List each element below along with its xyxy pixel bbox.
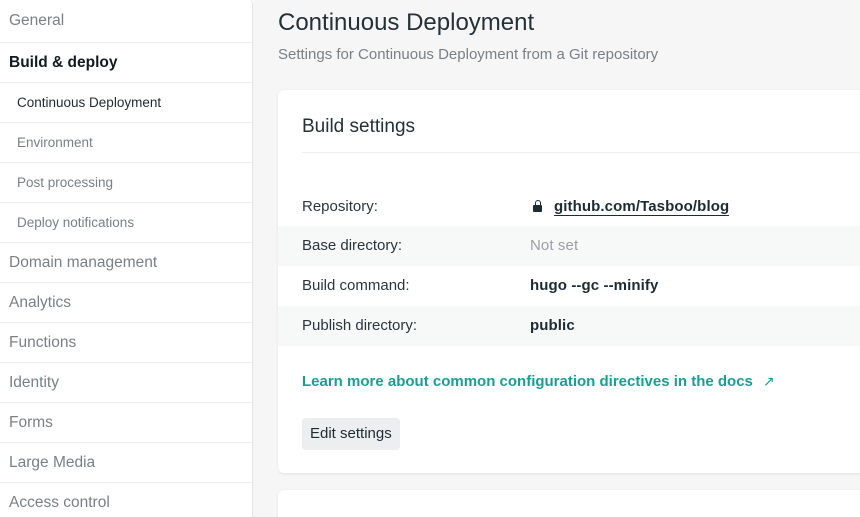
base-directory-label: Base directory:: [302, 237, 403, 254]
build-settings-card: Build settings Repository: github.com/Ta…: [278, 90, 860, 473]
settings-row-build-command: Build command: hugo --gc --minify: [278, 266, 860, 306]
repository-value: github.com/Tasboo/blog: [530, 198, 730, 216]
sidebar-item-build-deploy[interactable]: Build & deploy: [0, 43, 252, 83]
build-command-label: Build command:: [302, 277, 410, 294]
build-command-value: hugo --gc --minify: [530, 277, 659, 294]
sidebar-item-large-media[interactable]: Large Media: [0, 443, 252, 483]
sidebar-subitem-deploy-notifications[interactable]: Deploy notifications: [0, 203, 252, 243]
sidebar-subitem-post-processing[interactable]: Post processing: [0, 163, 252, 203]
sidebar-item-functions[interactable]: Functions: [0, 323, 252, 363]
lock-icon: [533, 200, 542, 212]
settings-row-publish-directory: Publish directory: public: [278, 306, 860, 346]
page-title: Continuous Deployment: [278, 9, 535, 36]
docs-link-text: Learn more about common configuration di…: [302, 373, 753, 390]
sidebar-subitem-continuous-deployment[interactable]: Continuous Deployment: [0, 83, 252, 123]
next-settings-card: [278, 490, 860, 517]
settings-row-repository: Repository: github.com/Tasboo/blog: [278, 187, 860, 227]
external-link-icon: ↗: [762, 373, 775, 389]
sidebar-item-identity[interactable]: Identity: [0, 363, 252, 403]
card-title: Build settings: [302, 116, 416, 137]
sidebar-item-general[interactable]: General: [0, 0, 252, 43]
settings-row-base-directory: Base directory: Not set: [278, 226, 860, 266]
sidebar-item-domain-management[interactable]: Domain management: [0, 243, 252, 283]
sidebar-subitem-environment[interactable]: Environment: [0, 123, 252, 163]
page-subtitle: Settings for Continuous Deployment from …: [278, 46, 659, 63]
publish-directory-value: public: [530, 317, 575, 334]
sidebar-item-forms[interactable]: Forms: [0, 403, 252, 443]
sidebar-item-access-control[interactable]: Access control: [0, 483, 252, 517]
edit-settings-button[interactable]: Edit settings: [302, 418, 400, 450]
base-directory-value: Not set: [530, 237, 579, 254]
card-divider: [302, 152, 860, 153]
repository-link[interactable]: github.com/Tasboo/blog: [554, 198, 730, 216]
sidebar-item-analytics[interactable]: Analytics: [0, 283, 252, 323]
publish-directory-label: Publish directory:: [302, 317, 418, 334]
repository-label: Repository:: [302, 198, 378, 215]
settings-sidebar: General Build & deploy Continuous Deploy…: [0, 0, 253, 517]
docs-link[interactable]: Learn more about common configuration di…: [302, 373, 775, 390]
